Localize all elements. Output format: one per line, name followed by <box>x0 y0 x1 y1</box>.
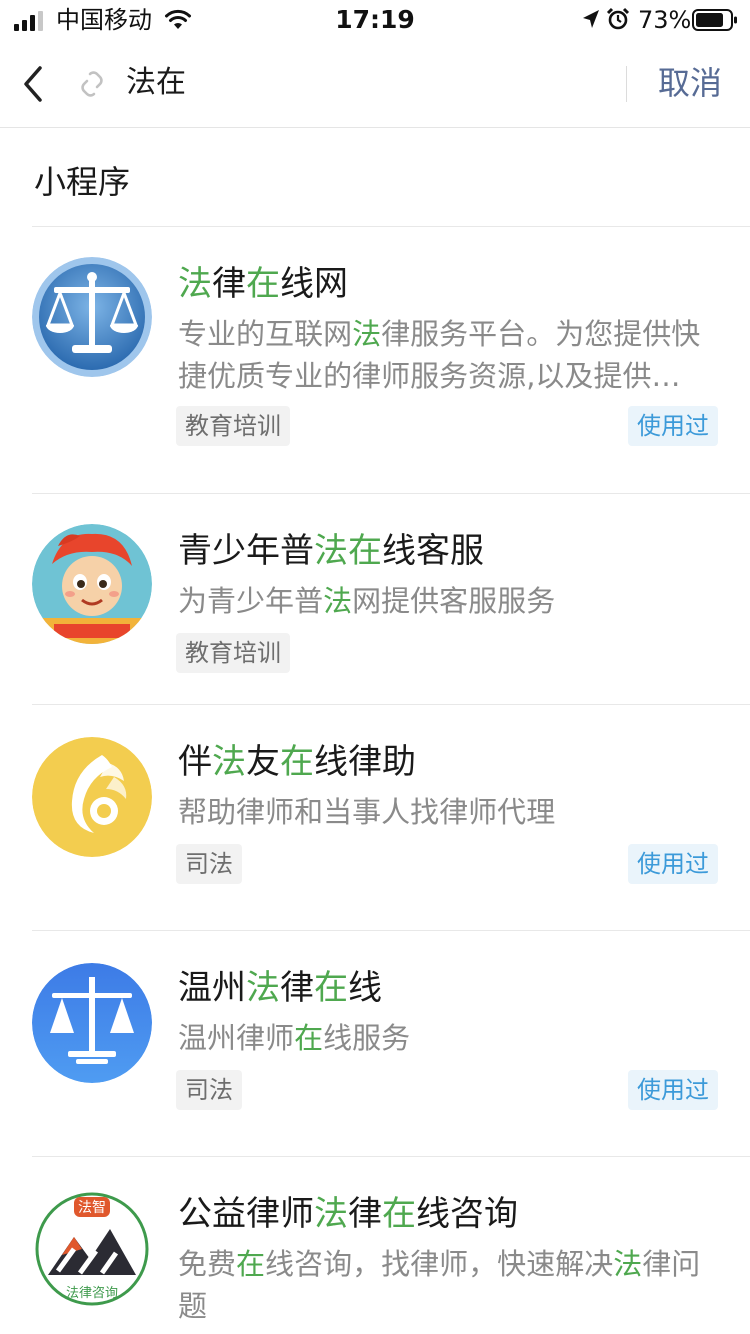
result-description: 帮助律师和当事人找律师代理 <box>178 795 556 829</box>
result-description: 免费在线咨询，找律师，快速解决法律问题 <box>178 1247 701 1323</box>
result-title: 温州法律在线 <box>178 968 382 1008</box>
cancel-button[interactable]: 取消 <box>640 62 740 104</box>
result-item[interactable]: 温州法律在线 温州律师在线服务 司法 使用过 <box>0 931 750 1157</box>
highlight-match: 在 <box>236 1247 266 1281</box>
category-tag: 司法 <box>176 1070 242 1110</box>
logo-text-top: 法智 <box>78 1200 106 1216</box>
highlight-match: 法 <box>323 584 353 618</box>
status-bar: 中国移动 17:19 73% <box>0 0 750 40</box>
mountain-seal-logo-icon: 法智 法律咨询 <box>32 1189 152 1309</box>
category-tag: 司法 <box>176 844 242 884</box>
back-arrow-icon[interactable] <box>18 64 48 104</box>
result-item[interactable]: 法律在线网 专业的互联网法律服务平台。为您提供快捷优质专业的律师服务资源,以及提… <box>0 227 750 494</box>
highlight-match: 法 <box>613 1247 643 1281</box>
used-badge: 使用过 <box>628 406 718 446</box>
result-title: 法律在线网 <box>178 264 348 304</box>
highlight-match: 在 <box>246 264 280 304</box>
highlight-match: 在 <box>280 742 314 782</box>
header-divider <box>626 66 627 102</box>
result-description: 温州律师在线服务 <box>178 1021 411 1055</box>
highlight-match: 在 <box>314 968 348 1008</box>
category-tag: 教育培训 <box>176 406 290 446</box>
section-title: 小程序 <box>34 163 131 201</box>
result-item[interactable]: 法智 法律咨询 公益律师法律在线咨询 免费在线咨询，找律师，快速解决法律问题 <box>0 1157 750 1334</box>
result-description: 为青少年普法网提供客服服务 <box>178 584 556 618</box>
result-description: 专业的互联网法律服务平台。为您提供快捷优质专业的律师服务资源,以及提供… <box>178 317 701 393</box>
cartoon-mascot-icon <box>32 524 152 644</box>
scales-logo-icon <box>32 257 152 377</box>
result-title: 青少年普法在线客服 <box>178 531 484 571</box>
search-input[interactable]: 法在 <box>126 62 186 104</box>
highlight-match: 在 <box>348 531 382 571</box>
battery-percent: 73% <box>638 6 692 34</box>
highlight-match: 法 <box>178 264 212 304</box>
alarm-icon <box>606 7 630 30</box>
link-icon <box>81 71 103 97</box>
highlight-match: 在 <box>294 1021 324 1055</box>
result-title: 伴法友在线律助 <box>178 742 416 782</box>
highlight-match: 法 <box>246 968 280 1008</box>
highlight-match: 法 <box>314 1194 348 1234</box>
yellow-swirl-logo-icon <box>32 737 152 857</box>
battery-icon <box>692 9 737 31</box>
blue-scales-logo-icon <box>32 963 152 1083</box>
search-header: 法在 取消 <box>0 40 750 128</box>
logo-text-bottom: 法律咨询 <box>66 1286 118 1301</box>
result-title: 公益律师法律在线咨询 <box>178 1194 518 1234</box>
highlight-match: 法 <box>314 531 348 571</box>
used-badge: 使用过 <box>628 1070 718 1110</box>
result-item[interactable]: 伴法友在线律助 帮助律师和当事人找律师代理 司法 使用过 <box>0 705 750 931</box>
highlight-match: 在 <box>382 1194 416 1234</box>
highlight-match: 法 <box>212 742 246 782</box>
used-badge: 使用过 <box>628 844 718 884</box>
result-item[interactable]: 青少年普法在线客服 为青少年普法网提供客服服务 教育培训 <box>0 494 750 705</box>
result-list: 法律在线网 专业的互联网法律服务平台。为您提供快捷优质专业的律师服务资源,以及提… <box>0 227 750 1334</box>
highlight-match: 法 <box>352 317 382 351</box>
location-icon <box>583 10 599 28</box>
category-tag: 教育培训 <box>176 633 290 673</box>
